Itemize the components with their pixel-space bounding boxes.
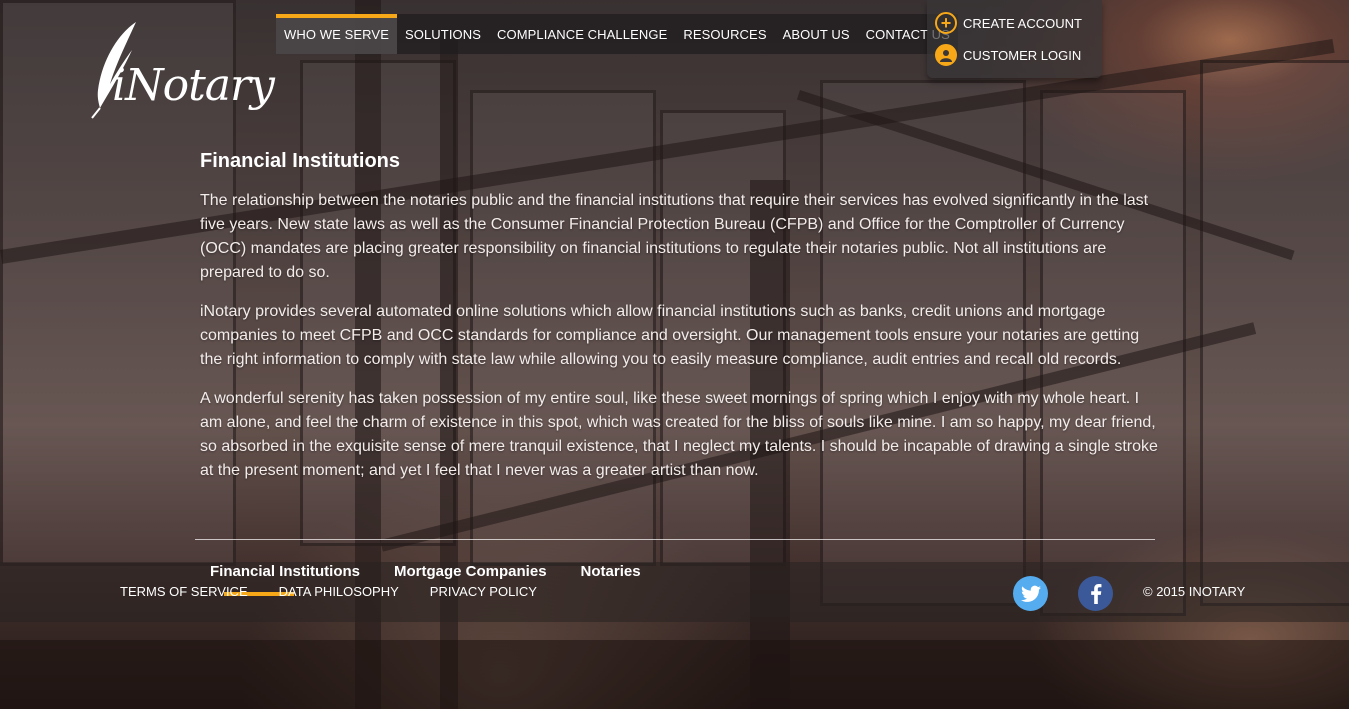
sub-nav: Financial Institutions Mortgage Companie… [210,563,675,596]
user-icon [935,44,957,66]
main-nav: WHO WE SERVE SOLUTIONS COMPLIANCE CHALLE… [276,14,958,54]
nav-compliance-challenge[interactable]: COMPLIANCE CHALLENGE [489,14,675,54]
nav-solutions[interactable]: SOLUTIONS [397,14,489,54]
nav-who-we-serve[interactable]: WHO WE SERVE [276,14,397,54]
paragraph-3: A wonderful serenity has taken possessio… [200,390,1158,479]
facebook-icon[interactable] [1078,576,1113,611]
main-content: Financial Institutions The relationship … [200,150,1158,498]
customer-login-label: CUSTOMER LOGIN [963,47,1082,63]
sub-nav-mortgage-companies[interactable]: Mortgage Companies [394,563,547,580]
privacy-policy-link[interactable]: PRIVACY POLICY [430,584,537,599]
plus-circle-icon: + [935,12,957,34]
paragraph-1: The relationship between the notaries pu… [200,192,1149,281]
account-panel: + CREATE ACCOUNT CUSTOMER LOGIN [927,0,1102,78]
footer-links: TERMS OF SERVICE DATA PHILOSOPHY PRIVACY… [120,584,568,599]
twitter-icon[interactable] [1013,576,1048,611]
terms-of-service-link[interactable]: TERMS OF SERVICE [120,584,248,599]
data-philosophy-link[interactable]: DATA PHILOSOPHY [279,584,399,599]
logo[interactable]: iNotary [88,20,278,120]
customer-login-link[interactable]: CUSTOMER LOGIN [935,44,1081,66]
create-account-link[interactable]: + CREATE ACCOUNT [935,12,1082,34]
sub-nav-notaries[interactable]: Notaries [581,563,641,580]
footer: Financial Institutions Mortgage Companie… [0,562,1349,622]
logo-text: iNotary [112,60,275,111]
content-divider [195,539,1155,540]
nav-resources[interactable]: RESOURCES [675,14,774,54]
nav-about-us[interactable]: ABOUT US [775,14,858,54]
paragraph-2: iNotary provides several automated onlin… [200,303,1140,368]
copyright: © 2015 INOTARY [1143,584,1246,599]
create-account-label: CREATE ACCOUNT [963,15,1082,31]
page-title: Financial Institutions [200,150,401,172]
sub-nav-financial-institutions[interactable]: Financial Institutions [210,563,360,596]
